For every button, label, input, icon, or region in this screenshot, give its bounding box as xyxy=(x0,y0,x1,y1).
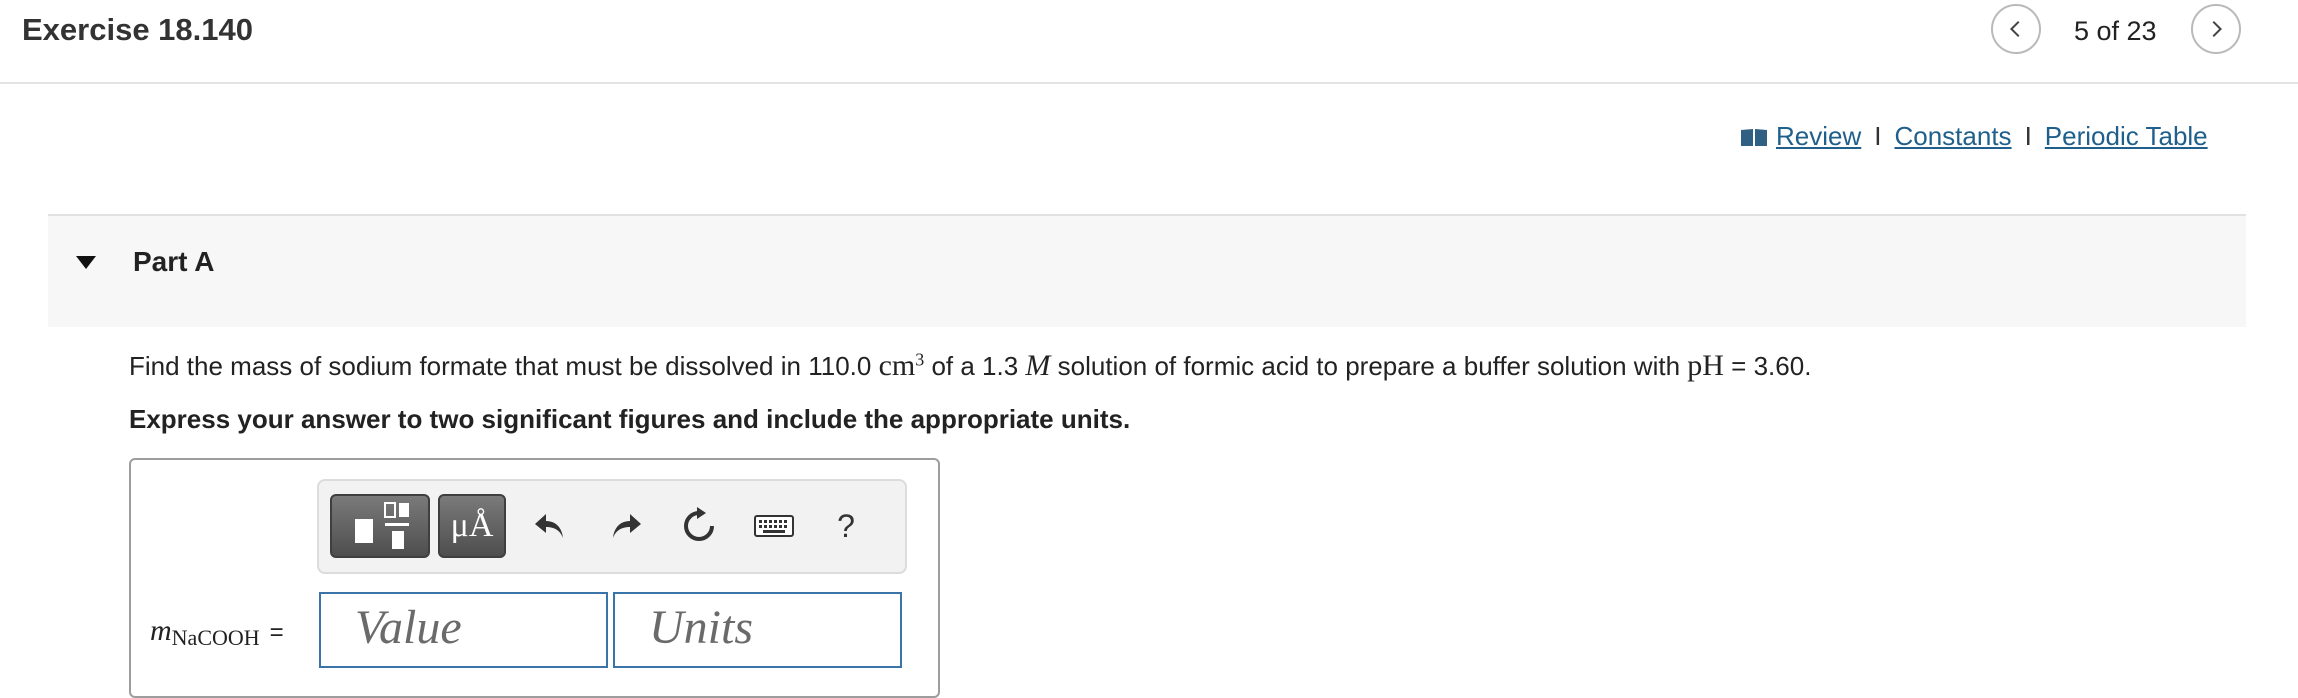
chevron-right-icon xyxy=(2212,20,2223,38)
chevron-left-icon xyxy=(2009,20,2020,38)
top-bar: Exercise 18.140 5 of 23 xyxy=(0,0,2298,84)
answer-variable-label: mNaCOOH = xyxy=(150,614,284,650)
instruction-text: Express your answer to two significant f… xyxy=(129,404,1131,434)
templates-icon xyxy=(355,502,409,549)
review-link[interactable]: Review xyxy=(1776,121,1861,152)
keyboard-button[interactable] xyxy=(752,504,796,548)
unit-exponent: 3 xyxy=(915,349,925,370)
triangle-down-icon[interactable] xyxy=(76,256,96,269)
symbols-label: μÅ xyxy=(450,507,494,544)
periodic-table-link[interactable]: Periodic Table xyxy=(2045,121,2208,152)
link-separator: I xyxy=(1874,121,1882,151)
question-text-4: = 3.60. xyxy=(1723,351,1812,381)
redo-button[interactable] xyxy=(604,504,648,548)
symbols-button[interactable]: μÅ xyxy=(438,494,506,558)
link-separator: I xyxy=(2024,121,2032,151)
templates-button[interactable] xyxy=(330,494,430,558)
question-text-1: Find the mass of sodium formate that mus… xyxy=(129,351,879,381)
question-text-2: of a 1.3 xyxy=(924,351,1026,381)
equals-sign: = xyxy=(269,619,284,646)
resource-links: Review I Constants I Periodic Table xyxy=(1740,121,2208,152)
reset-button[interactable] xyxy=(677,504,721,548)
redo-icon xyxy=(613,514,641,538)
keyboard-icon xyxy=(754,515,794,537)
molarity-symbol: M xyxy=(1025,349,1051,382)
help-button[interactable]: ? xyxy=(824,504,868,548)
constants-link[interactable]: Constants xyxy=(1894,121,2011,152)
value-input[interactable]: Value xyxy=(319,592,608,668)
undo-button[interactable] xyxy=(528,504,572,548)
ph-symbol: pH xyxy=(1687,349,1724,382)
previous-button[interactable] xyxy=(1991,4,2041,54)
variable-main: m xyxy=(150,614,172,647)
units-input[interactable]: Units xyxy=(613,592,902,668)
part-header[interactable] xyxy=(48,214,2246,327)
book-icon xyxy=(1741,128,1767,146)
unit-cm: cm xyxy=(878,349,916,382)
variable-subscript: NaCOOH xyxy=(171,625,260,650)
undo-icon xyxy=(535,514,563,538)
question-text: Find the mass of sodium formate that mus… xyxy=(129,349,1811,383)
page-title: Exercise 18.140 xyxy=(22,12,253,47)
pager-text: 5 of 23 xyxy=(2074,16,2157,46)
part-label: Part A xyxy=(133,246,215,277)
next-button[interactable] xyxy=(2191,4,2241,54)
question-text-3: solution of formic acid to prepare a buf… xyxy=(1050,351,1688,381)
help-label: ? xyxy=(837,507,855,544)
reset-icon xyxy=(684,507,714,541)
